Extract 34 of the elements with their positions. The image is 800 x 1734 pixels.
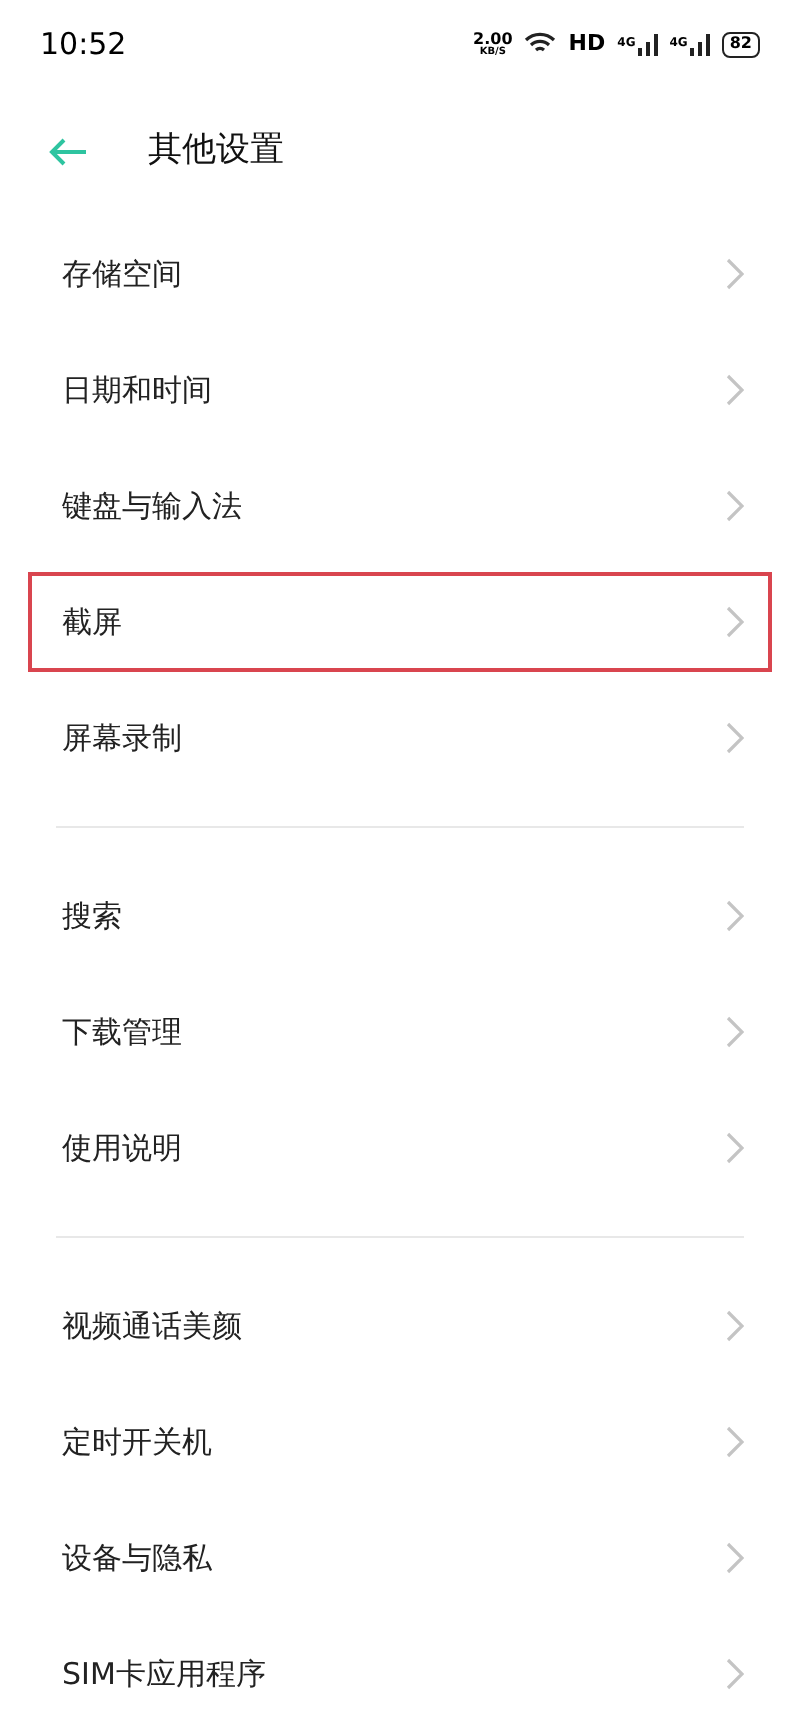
settings-item[interactable]: SIM卡应用程序	[28, 1624, 772, 1724]
hd-label: HD	[568, 27, 606, 60]
settings-item[interactable]: 日期和时间	[28, 340, 772, 440]
settings-item[interactable]: 搜索	[28, 866, 772, 966]
wifi-icon	[524, 32, 557, 56]
back-button[interactable]	[48, 138, 88, 166]
chevron-right-icon	[726, 1542, 744, 1574]
chevron-right-icon	[726, 490, 744, 522]
settings-item[interactable]: 定时开关机	[28, 1392, 772, 1492]
chevron-right-icon	[726, 606, 744, 638]
chevron-right-icon	[726, 1016, 744, 1048]
page-title: 其他设置	[148, 128, 284, 175]
chevron-right-icon	[726, 1658, 744, 1690]
chevron-right-icon	[726, 1310, 744, 1342]
signal-icon	[637, 33, 658, 55]
settings-item[interactable]: 屏幕录制	[28, 688, 772, 788]
chevron-right-icon	[726, 1426, 744, 1458]
chevron-right-icon	[726, 258, 744, 290]
chevron-right-icon	[726, 722, 744, 754]
settings-item[interactable]: 键盘与输入法	[28, 456, 772, 556]
battery-level: 82	[729, 36, 752, 52]
settings-item[interactable]: 设备与隐私	[28, 1508, 772, 1608]
back-arrow-icon	[48, 138, 88, 166]
status-time: 10:52	[40, 23, 127, 66]
settings-item[interactable]: 使用说明	[28, 1098, 772, 1198]
network-speed: 2.00	[473, 31, 513, 47]
settings-item[interactable]: 存储空间	[28, 224, 772, 324]
chevron-right-icon	[726, 900, 744, 932]
chevron-right-icon	[726, 374, 744, 406]
settings-item[interactable]: 下载管理	[28, 982, 772, 1082]
settings-item[interactable]: 视频通话美颜	[28, 1276, 772, 1376]
settings-item[interactable]: 截屏	[28, 572, 772, 672]
chevron-right-icon	[726, 1132, 744, 1164]
signal-icon	[689, 33, 710, 55]
